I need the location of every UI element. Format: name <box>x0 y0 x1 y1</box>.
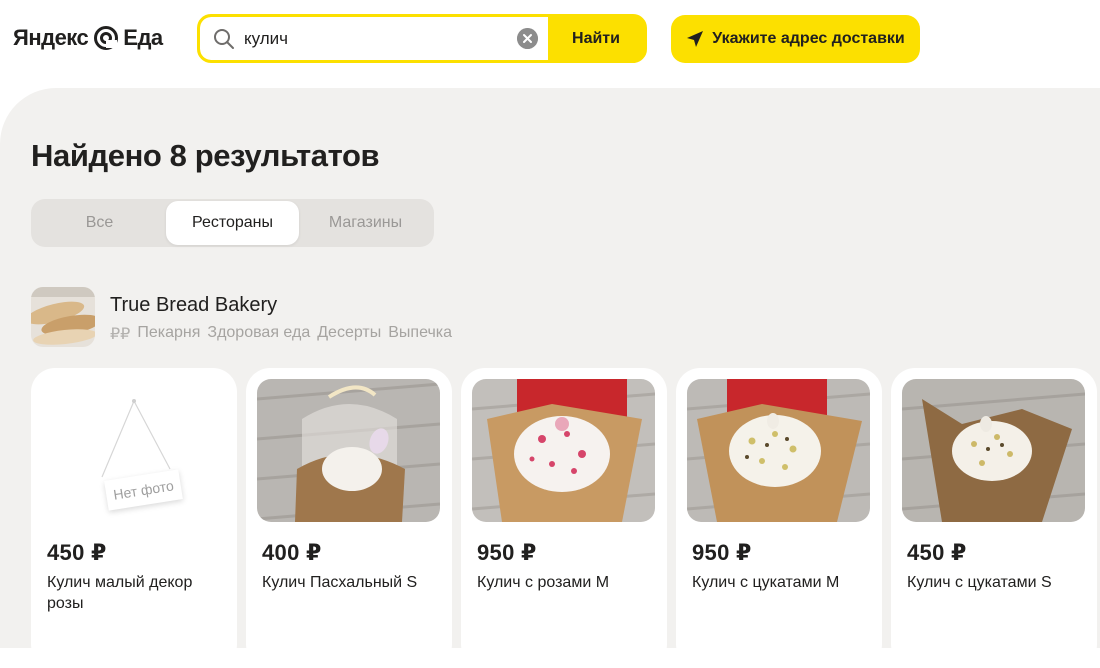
restaurant-tag: Выпечка <box>388 324 453 341</box>
restaurant-name[interactable]: True Bread Bakery <box>110 294 277 317</box>
product-card[interactable]: 950 ₽ Кулич с розами М <box>461 368 667 668</box>
product-card[interactable]: 950 ₽ Кулич с цукатами М <box>676 368 882 668</box>
product-photo <box>902 379 1085 522</box>
product-name: Кулич с цукатами S <box>907 574 1052 591</box>
tab-restaurants[interactable]: Рестораны <box>166 201 299 245</box>
search-field <box>200 17 548 60</box>
header: Яндекс Еда Найти Укажите адрес доста <box>0 0 1100 78</box>
product-price: 950 ₽ <box>692 540 752 565</box>
product-card[interactable]: 400 ₽ Кулич Пасхальный S <box>246 368 452 668</box>
logo-text-eda: Еда <box>123 25 163 50</box>
search-button[interactable]: Найти <box>548 17 644 60</box>
product-price: 450 ₽ <box>907 540 967 565</box>
product-name: Кулич малый декор розы <box>47 574 193 612</box>
product-card[interactable]: 450 ₽ Кулич с цукатами S <box>891 368 1097 668</box>
restaurant-tag: Пекарня <box>137 324 201 341</box>
tab-shops[interactable]: Магазины <box>299 201 432 245</box>
search-input[interactable] <box>244 28 524 49</box>
product-name: Кулич Пасхальный S <box>262 574 418 591</box>
logo-text-yandex: Яндекс <box>13 25 89 50</box>
search-icon <box>214 28 234 49</box>
restaurant-tags: ₽₽ Пекарня Здоровая еда Десерты Выпечка <box>110 324 452 344</box>
product-photo <box>257 379 440 522</box>
product-name: Кулич с розами М <box>477 574 610 591</box>
clear-search-icon[interactable] <box>517 28 538 49</box>
delivery-address-button[interactable]: Укажите адрес доставки <box>671 15 920 63</box>
no-photo-placeholder: Нет фото <box>42 379 225 522</box>
tab-all[interactable]: Все <box>33 201 166 245</box>
product-card[interactable]: Нет фото 450 ₽ Кулич малый декор розы <box>31 368 237 668</box>
navigation-arrow-icon <box>687 31 704 47</box>
product-price: 400 ₽ <box>262 540 322 565</box>
restaurant-tag: Здоровая еда <box>207 324 311 341</box>
product-photo <box>472 379 655 522</box>
logo[interactable]: Яндекс Еда <box>13 24 163 52</box>
product-name: Кулич с цукатами М <box>692 574 840 591</box>
product-price: 450 ₽ <box>47 540 107 565</box>
results-tabs: Все Рестораны Магазины <box>31 199 434 247</box>
search-bar: Найти <box>197 14 647 63</box>
restaurant-thumbnail[interactable] <box>31 287 95 347</box>
restaurant-tag: Десерты <box>317 324 382 341</box>
logo-swirl-icon <box>94 26 119 50</box>
page-title: Найдено 8 результатов <box>31 138 380 173</box>
delivery-address-label: Укажите адрес доставки <box>712 30 905 47</box>
product-price: 950 ₽ <box>477 540 537 565</box>
product-photo <box>687 379 870 522</box>
restaurant-price-level: ₽₽ <box>110 326 131 343</box>
search-results: Найдено 8 результатов Все Рестораны Мага… <box>0 88 1100 668</box>
